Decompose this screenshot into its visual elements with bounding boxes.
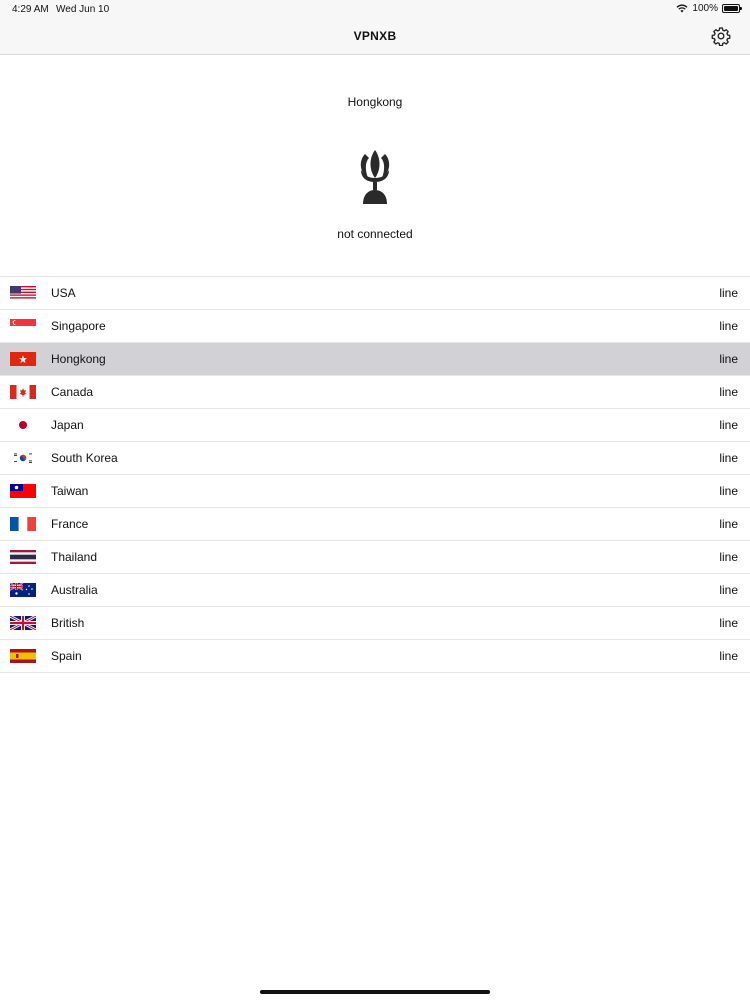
home-indicator — [260, 990, 490, 994]
server-row-spain[interactable]: Spain line — [0, 640, 750, 673]
server-row-taiwan[interactable]: Taiwan line — [0, 475, 750, 508]
server-line: line — [719, 286, 738, 300]
server-row-singapore[interactable]: Singapore line — [0, 310, 750, 343]
server-line: line — [719, 319, 738, 333]
server-line: line — [719, 649, 738, 663]
server-row-south-korea[interactable]: South Korea line — [0, 442, 750, 475]
server-line: line — [719, 451, 738, 465]
server-row-australia[interactable]: Australia line — [0, 574, 750, 607]
server-line: line — [719, 352, 738, 366]
usa-flag-icon — [10, 286, 36, 300]
status-bar: 4:29 AM Wed Jun 10 100% — [0, 0, 750, 18]
server-name: British — [51, 616, 85, 630]
hongkong-flag-icon — [10, 352, 36, 366]
server-name: Thailand — [51, 550, 98, 564]
server-row-japan[interactable]: Japan line — [0, 409, 750, 442]
singapore-flag-icon — [10, 319, 36, 333]
server-line: line — [719, 583, 738, 597]
lotus-connect-icon[interactable] — [355, 148, 395, 204]
japan-flag-icon — [10, 418, 36, 432]
battery-percent: 100% — [692, 3, 718, 14]
server-row-british[interactable]: British line — [0, 607, 750, 640]
server-list: USA line Singapore line Hongkong line Canad… — [0, 276, 750, 673]
status-right: 100% — [676, 3, 742, 14]
status-time: 4:29 AM — [12, 4, 49, 15]
server-line: line — [719, 517, 738, 531]
connection-panel: Hongkong not connected — [0, 55, 750, 276]
app-title: VPNXB — [353, 29, 397, 43]
server-line: line — [719, 418, 738, 432]
status-date: Wed Jun 10 — [56, 4, 110, 15]
server-name: Canada — [51, 385, 94, 399]
british-flag-icon — [10, 616, 36, 630]
server-line: line — [719, 550, 738, 564]
australia-flag-icon — [10, 583, 36, 597]
server-name: Hongkong — [51, 352, 106, 366]
server-line: line — [719, 484, 738, 498]
canada-flag-icon — [10, 385, 36, 399]
server-name: France — [51, 517, 89, 531]
server-name: Singapore — [51, 319, 106, 333]
server-row-hongkong[interactable]: Hongkong line — [0, 343, 750, 376]
server-row-france[interactable]: France line — [0, 508, 750, 541]
server-row-canada[interactable]: Canada line — [0, 376, 750, 409]
taiwan-flag-icon — [10, 484, 36, 498]
server-name: Australia — [51, 583, 98, 597]
south-korea-flag-icon — [10, 451, 36, 465]
server-name: Spain — [51, 649, 82, 663]
battery-icon — [722, 4, 742, 13]
server-name: Japan — [51, 418, 84, 432]
server-line: line — [719, 616, 738, 630]
thailand-flag-icon — [10, 550, 36, 564]
navigation-bar: VPNXB — [0, 18, 750, 55]
current-location: Hongkong — [347, 95, 403, 109]
gear-icon[interactable] — [711, 26, 731, 46]
spain-flag-icon — [10, 649, 36, 663]
server-name: Taiwan — [51, 484, 89, 498]
server-row-thailand[interactable]: Thailand line — [0, 541, 750, 574]
server-line: line — [719, 385, 738, 399]
server-name: USA — [51, 286, 76, 300]
wifi-icon — [676, 4, 688, 13]
connection-status: not connected — [337, 227, 413, 241]
server-row-usa[interactable]: USA line — [0, 277, 750, 310]
server-name: South Korea — [51, 451, 118, 465]
france-flag-icon — [10, 517, 36, 531]
